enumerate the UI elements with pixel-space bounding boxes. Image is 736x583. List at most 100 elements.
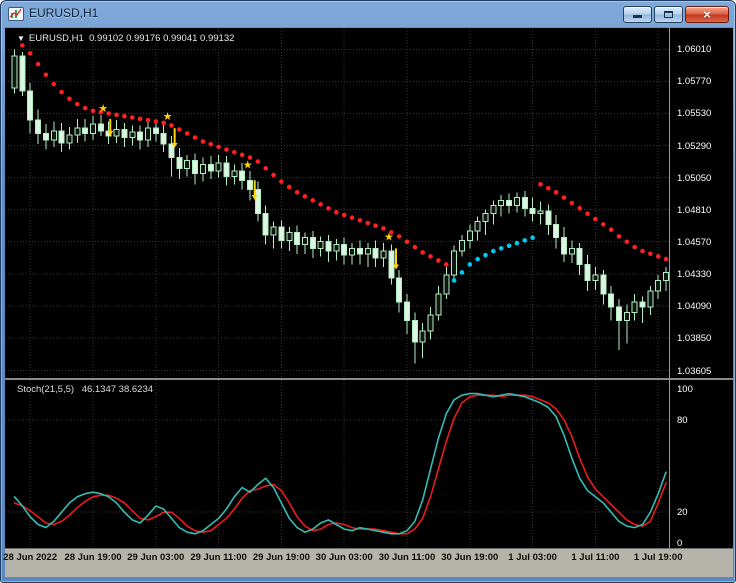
candle-body — [42, 133, 49, 141]
trend-dot-down — [553, 190, 559, 195]
trend-dot-down — [436, 258, 441, 263]
trend-dot-down — [632, 244, 637, 250]
candle-body — [270, 226, 277, 236]
star-signal-icon: ★ — [384, 230, 394, 243]
time-axis-label: 1 Jul 11:00 — [571, 552, 620, 563]
candle-body — [364, 247, 371, 255]
candle-body — [553, 223, 560, 239]
candle-body — [545, 210, 552, 225]
candle-body — [325, 241, 332, 252]
close-button[interactable]: × — [685, 6, 729, 23]
candle-body — [254, 189, 261, 215]
trend-dot-down — [373, 223, 378, 229]
trend-dot-down — [59, 89, 64, 95]
trend-dot-down — [561, 195, 567, 200]
time-axis-label: 28 Jun 2022 — [3, 552, 58, 563]
time-axis-label: 29 Jun 03:00 — [127, 552, 185, 563]
price-axis-label: 1.06010 — [677, 44, 712, 56]
trend-dot-down — [608, 227, 614, 233]
trend-dot-down — [192, 135, 198, 140]
candle-body — [655, 279, 662, 292]
candle-body — [592, 274, 599, 281]
time-axis[interactable]: 28 Jun 2022 28 Jun 19:00 29 Jun 03:00 29 Ju… — [3, 548, 733, 577]
candle-body — [529, 207, 536, 215]
stoch-axis-label: 100 — [677, 384, 693, 395]
trend-dot-down — [443, 262, 449, 267]
main-price-plot[interactable]: ★ ★ ★ ★ — [5, 28, 669, 378]
price-axis-label: 1.04090 — [677, 300, 712, 312]
trend-dot-up — [514, 240, 520, 246]
candle-body — [19, 55, 26, 92]
trend-dot-down — [577, 206, 582, 211]
stoch-main-line — [13, 392, 667, 535]
candle-body — [411, 320, 418, 343]
window-titlebar[interactable]: EURUSD,H1 × — [1, 1, 735, 27]
candle-body — [419, 330, 426, 343]
trend-dot-down — [51, 81, 57, 87]
candle-body — [199, 163, 206, 175]
candle-body — [58, 130, 65, 144]
price-axis-label: 1.04330 — [677, 268, 712, 280]
trend-dot-down — [177, 127, 182, 132]
candle-body — [608, 293, 615, 308]
candle-body — [160, 133, 167, 145]
candle-body — [11, 55, 18, 89]
close-icon: × — [703, 7, 711, 22]
maximize-button[interactable] — [654, 6, 683, 23]
candle-body — [631, 301, 638, 314]
trend-dot-up — [451, 278, 457, 283]
candle-body — [74, 127, 81, 136]
candle-body — [498, 199, 505, 207]
trend-dot-down — [67, 96, 72, 102]
trend-dot-up — [498, 246, 504, 251]
price-axis-label: 1.03850 — [677, 332, 712, 344]
candle-body — [600, 274, 607, 295]
trend-dot-down — [279, 179, 284, 184]
price-axis[interactable]: 1.06010 1.05770 1.05530 1.05290 1.05050 1.048… — [669, 28, 733, 378]
candle-body — [176, 157, 183, 169]
candle-body — [286, 231, 293, 241]
candle-body — [506, 199, 513, 207]
candle-body — [129, 131, 136, 139]
minimize-button[interactable] — [623, 6, 652, 23]
trend-dot-up — [530, 235, 535, 241]
trend-dot-down — [122, 113, 127, 119]
candle-body — [396, 277, 403, 303]
price-axis-label: 1.05290 — [677, 140, 712, 152]
trend-dot-down — [216, 144, 221, 150]
trend-dot-down — [600, 222, 606, 227]
candle-body — [184, 159, 191, 169]
trend-dot-down — [232, 149, 237, 155]
trend-dot-down — [365, 220, 371, 226]
candle-body — [372, 247, 379, 259]
price-axis-label: 1.05050 — [677, 172, 712, 184]
time-axis-label: 30 Jun 03:00 — [315, 552, 373, 563]
chart-content: ★ ★ ★ ★ ▼ EURUSD,H1 0.99102 0.99176 0.99041 … — [3, 27, 733, 577]
star-signal-icon: ★ — [243, 158, 253, 171]
stochastic-name: Stoch(21,5,5) — [17, 384, 75, 395]
trend-dot-up — [491, 248, 496, 254]
trend-dot-up — [506, 243, 512, 249]
candle-body — [137, 131, 144, 141]
trend-dot-down — [349, 215, 355, 220]
trend-dot-up — [483, 252, 488, 258]
stoch-axis-label: 80 — [677, 414, 688, 426]
candle-body — [231, 170, 238, 177]
stochastic-plot[interactable] — [5, 380, 669, 548]
chart-window-icon[interactable] — [8, 6, 24, 22]
candle-body — [262, 213, 269, 236]
candle-body — [152, 127, 159, 135]
trend-dot-up — [475, 256, 480, 262]
candle-body — [466, 230, 473, 241]
candle-body — [388, 250, 395, 279]
chevron-down-icon[interactable]: ▼ — [17, 34, 25, 43]
chart-ohlc-readout: ▼ EURUSD,H1 0.99102 0.99176 0.99041 0.991… — [17, 33, 234, 44]
trend-dot-down — [569, 200, 575, 206]
trend-dot-down — [90, 108, 96, 114]
candle-body — [50, 130, 57, 141]
candle-body — [35, 119, 42, 135]
candle-body — [356, 247, 363, 255]
trend-dot-down — [255, 159, 261, 164]
trend-dot-down — [286, 184, 292, 190]
trend-dot-down — [428, 254, 433, 259]
